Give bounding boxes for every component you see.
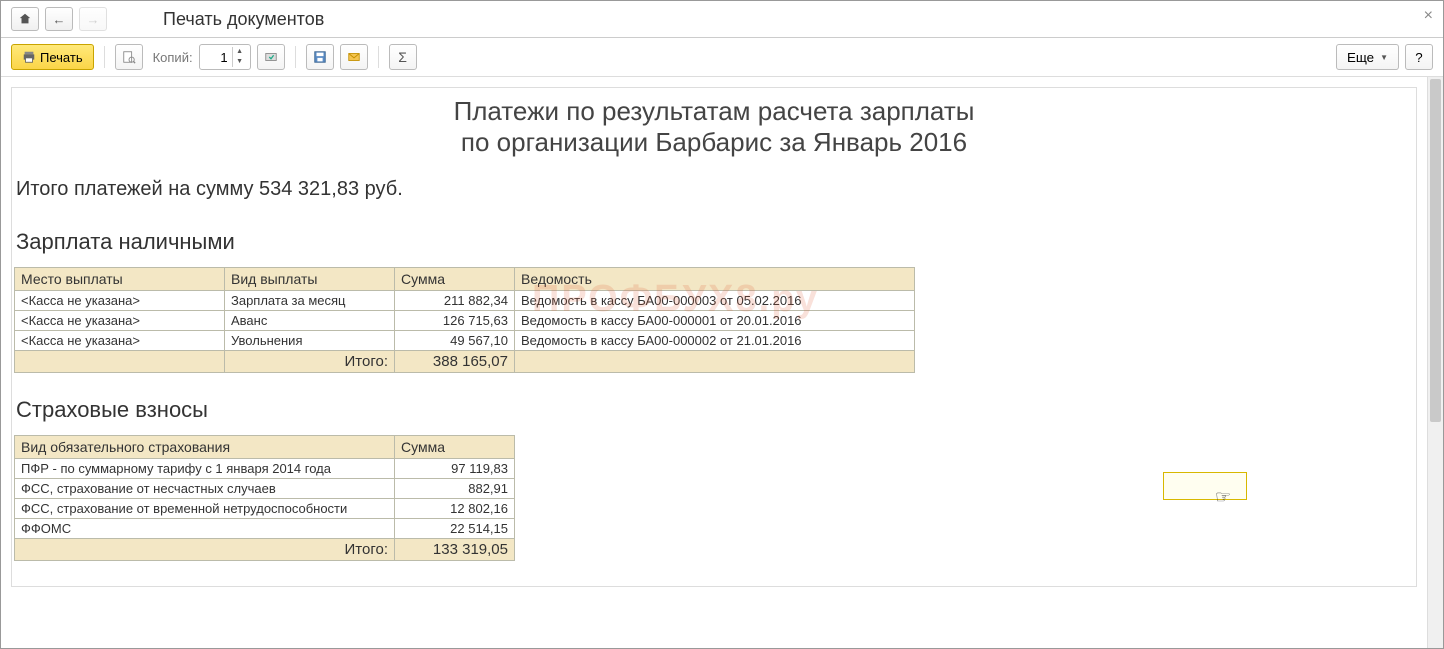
arrow-left-icon: ← <box>53 12 66 27</box>
table-row[interactable]: ФФОМС 22 514,15 <box>15 519 515 539</box>
section-cash-title: Зарплата наличными <box>12 221 1416 267</box>
col-ins-type: Вид обязательного страхования <box>15 436 395 459</box>
scrollbar-thumb[interactable] <box>1430 79 1441 422</box>
copies-spinner[interactable]: ▲ ▼ <box>199 44 251 70</box>
save-icon <box>313 50 327 64</box>
table-header-row: Место выплаты Вид выплаты Сумма Ведомост… <box>15 268 915 291</box>
print-label: Печать <box>40 50 83 65</box>
more-label: Еще <box>1347 50 1374 65</box>
selection-box <box>1163 472 1247 500</box>
quick-print-button[interactable] <box>257 44 285 70</box>
separator <box>295 46 296 68</box>
more-button[interactable]: Еще ▼ <box>1336 44 1399 70</box>
email-button[interactable] <box>340 44 368 70</box>
content-area: ПРОФБУХ8.ру Платежи по результатам расче… <box>1 77 1427 648</box>
cash-table: Место выплаты Вид выплаты Сумма Ведомост… <box>14 267 915 373</box>
section-ins-title: Страховые взносы <box>12 389 1416 435</box>
table-row[interactable]: <Касса не указана> Увольнения 49 567,10 … <box>15 331 915 351</box>
table-total-row: Итого: 388 165,07 <box>15 351 915 373</box>
sigma-icon: Σ <box>398 49 407 65</box>
spinner-up[interactable]: ▲ <box>233 47 247 57</box>
content-wrap: ПРОФБУХ8.ру Платежи по результатам расче… <box>1 77 1443 648</box>
separator <box>378 46 379 68</box>
help-label: ? <box>1415 50 1422 65</box>
pointer-icon: ☜ <box>1215 487 1231 508</box>
col-sum: Сумма <box>395 268 515 291</box>
titlebar: ← → Печать документов × <box>1 1 1443 38</box>
close-button[interactable]: × <box>1424 7 1433 25</box>
print-button[interactable]: Печать <box>11 44 94 70</box>
table-row[interactable]: ФСС, страхование от несчастных случаев 8… <box>15 479 515 499</box>
arrow-right-icon: → <box>87 12 100 27</box>
spinner-down[interactable]: ▼ <box>233 57 247 67</box>
separator <box>104 46 105 68</box>
forward-button[interactable]: → <box>79 7 107 31</box>
col-ins-sum: Сумма <box>395 436 515 459</box>
table-row[interactable]: <Касса не указана> Зарплата за месяц 211… <box>15 291 915 311</box>
doc-title-1: Платежи по результатам расчета зарплаты <box>12 88 1416 127</box>
ins-table: Вид обязательного страхования Сумма ПФР … <box>14 435 515 561</box>
toolbar-right: Еще ▼ ? <box>1336 44 1433 70</box>
help-button[interactable]: ? <box>1405 44 1433 70</box>
doc-title-2: по организации Барбарис за Январь 2016 <box>12 127 1416 170</box>
home-icon <box>18 12 32 26</box>
chevron-down-icon: ▼ <box>1380 53 1388 62</box>
preview-button[interactable] <box>115 44 143 70</box>
preview-icon <box>122 50 136 64</box>
col-place: Место выплаты <box>15 268 225 291</box>
table-header-row: Вид обязательного страхования Сумма <box>15 436 515 459</box>
summary-line: Итого платежей на сумму 534 321,83 руб. <box>12 170 1416 221</box>
table-row[interactable]: ПФР - по суммарному тарифу с 1 января 20… <box>15 459 515 479</box>
print-icon <box>22 50 36 64</box>
table-total-row: Итого: 133 319,05 <box>15 539 515 561</box>
table-row[interactable]: ФСС, страхование от временной нетрудоспо… <box>15 499 515 519</box>
home-button[interactable] <box>11 7 39 31</box>
save-button[interactable] <box>306 44 334 70</box>
sum-button[interactable]: Σ <box>389 44 417 70</box>
quickprint-icon <box>264 50 278 64</box>
toolbar: Печать Копий: ▲ ▼ Σ Еще <box>1 38 1443 77</box>
back-button[interactable]: ← <box>45 7 73 31</box>
scrollbar[interactable] <box>1427 77 1443 648</box>
spinner-arrows: ▲ ▼ <box>232 47 247 67</box>
table-row[interactable]: <Касса не указана> Аванс 126 715,63 Ведо… <box>15 311 915 331</box>
copies-label: Копий: <box>153 50 193 65</box>
col-sheet: Ведомость <box>515 268 915 291</box>
document: ПРОФБУХ8.ру Платежи по результатам расче… <box>11 87 1417 587</box>
col-type: Вид выплаты <box>225 268 395 291</box>
window: ← → Печать документов × Печать Копий: ▲ … <box>0 0 1444 649</box>
page-title: Печать документов <box>163 9 324 30</box>
copies-input[interactable] <box>200 50 232 65</box>
email-icon <box>347 50 361 64</box>
